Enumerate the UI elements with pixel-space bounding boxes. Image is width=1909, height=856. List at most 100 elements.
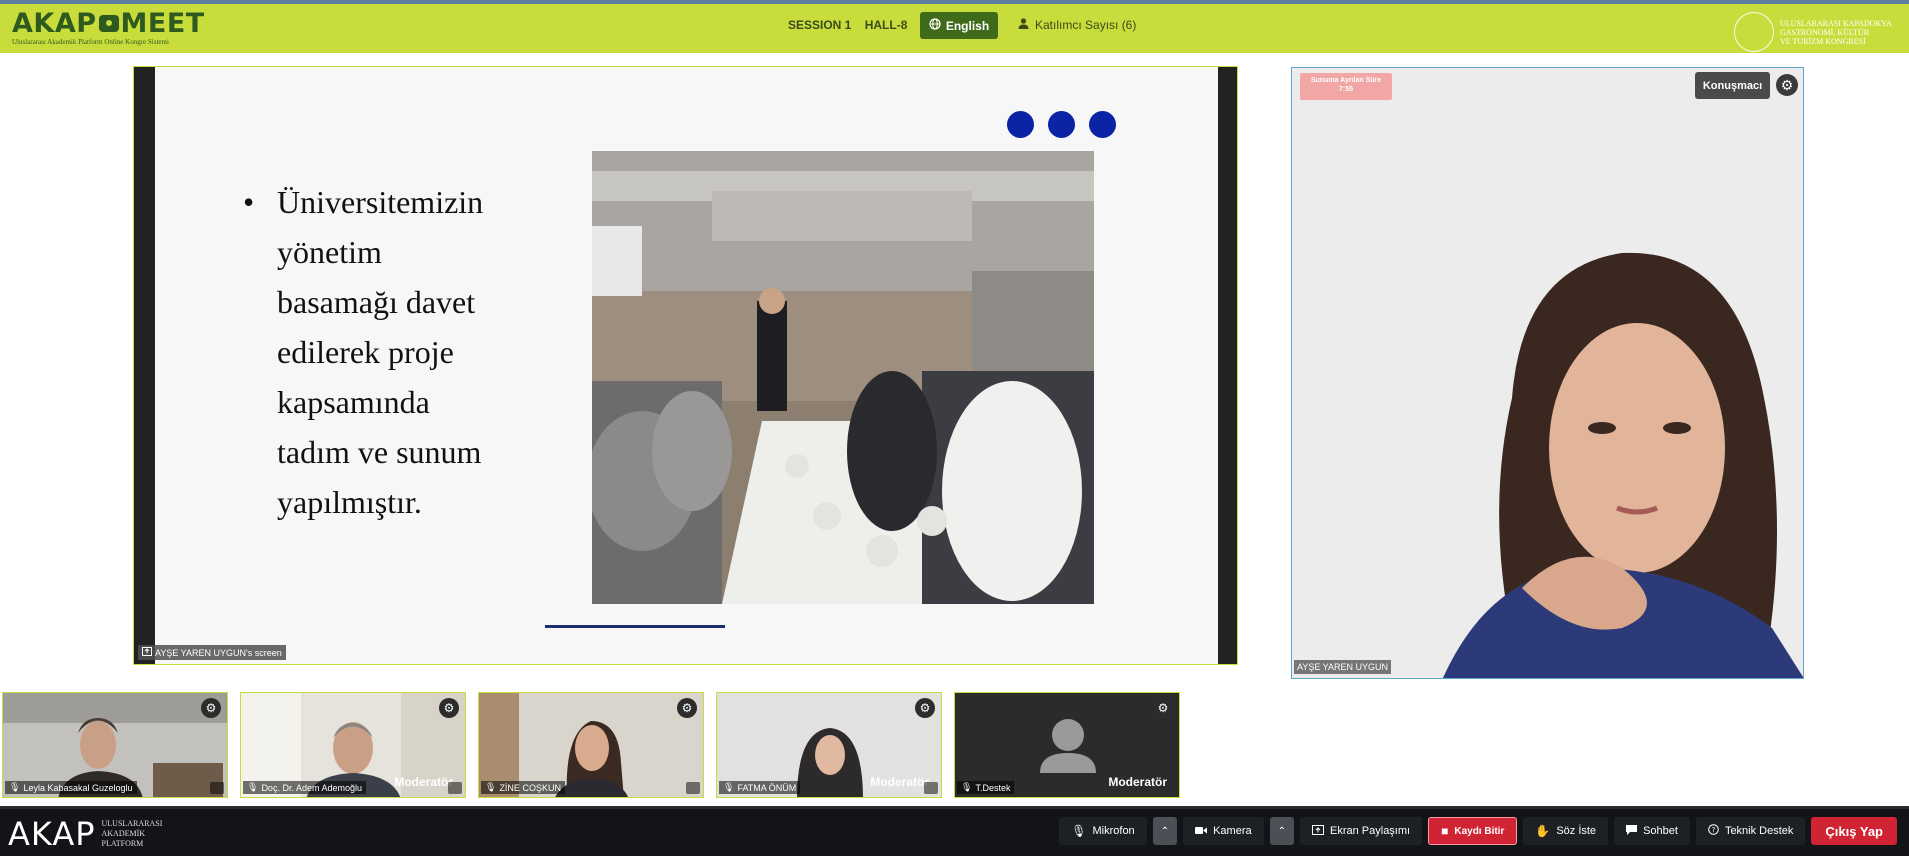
participants-label: Katılımcı Sayısı (6): [1035, 18, 1137, 32]
event-name-line3: VE TURİZM KONGRESİ: [1780, 36, 1866, 46]
participant-role: Moderatör: [1108, 775, 1167, 789]
gear-icon[interactable]: ⚙: [1776, 74, 1798, 96]
timer-value: 7:55: [1338, 86, 1353, 93]
video-camera-icon: [1195, 824, 1208, 838]
tech-support-label: Teknik Destek: [1724, 825, 1794, 837]
bullet-icon: •: [243, 184, 255, 220]
globe-icon: [929, 18, 941, 33]
mic-icon: 🎙: [961, 782, 973, 792]
stop-recording-label: Kaydı Bitir: [1454, 825, 1505, 837]
participant-role: Moderatör: [870, 775, 929, 789]
participant-tile[interactable]: ⚙ 🎙 Leyla Kabasakal Guzeloglu: [2, 692, 228, 798]
participant-tile[interactable]: ⚙ 🎙 Doç. Dr. Adem Ademoğlu Moderatör: [240, 692, 466, 798]
camera-button[interactable]: Kamera: [1183, 817, 1264, 845]
microphone-options-button[interactable]: ⌃: [1152, 817, 1178, 845]
speaker-video-feed: [1292, 68, 1803, 678]
footer-logo-text: AKAP: [8, 815, 96, 853]
audio-level-icon: [210, 782, 224, 794]
participant-name: 🎙 FATMA ÖNÜM: [719, 781, 801, 794]
language-label: English: [945, 18, 990, 33]
chat-label: Sohbet: [1643, 825, 1678, 837]
gear-icon[interactable]: ⚙: [677, 698, 697, 718]
bottom-control-bar: AKAP ULUSLARARASI AKADEMİK PLATFORM 🎙 Mi…: [0, 806, 1909, 856]
participant-name-text: Leyla Kabasakal Guzeloglu: [23, 782, 133, 793]
slide-photo: [592, 151, 1094, 604]
microphone-label: Mikrofon: [1092, 825, 1135, 837]
participant-name: 🎙 T.Destek: [957, 781, 1015, 794]
presentation-slide: • Üniversitemizin yönetim basamağı davet…: [155, 67, 1218, 664]
screen-share-label: Ekran Paylaşımı: [1330, 825, 1411, 837]
slide-line: Üniversitemizin: [277, 184, 484, 220]
camera-label: Kamera: [1213, 825, 1252, 837]
slide-line: basamağı davet: [277, 284, 476, 320]
participant-tile[interactable]: ⚙ 🎙 T.Destek Moderatör: [954, 692, 1180, 798]
session-label: SESSION 1: [788, 18, 852, 32]
slide-dot: [1048, 111, 1075, 138]
stop-recording-button[interactable]: ■ Kaydı Bitir: [1428, 817, 1518, 845]
raise-hand-button[interactable]: ✋ Söz İste: [1523, 817, 1609, 845]
screen-share-icon: [142, 647, 152, 658]
slide-line: yönetim: [277, 234, 382, 270]
audio-level-icon: [686, 782, 700, 794]
speaker-role-button[interactable]: Konuşmacı: [1695, 72, 1770, 99]
participant-name-text: FATMA ÖNÜM: [737, 782, 797, 793]
mic-icon: 🎙: [485, 782, 497, 792]
record-stop-icon: ■: [1441, 824, 1449, 838]
chat-button[interactable]: Sohbet: [1614, 817, 1690, 845]
participant-role: Moderatör: [394, 775, 453, 789]
logo-text-right: MEET: [120, 8, 205, 39]
hand-icon: ✋: [1535, 824, 1551, 838]
top-bar: AKAP MEET Uluslararası Akademik Platform…: [0, 0, 1909, 53]
event-brand: ULUSLARARASI KAPADOKYA GASTRONOMİ, KÜLTÜ…: [1734, 12, 1909, 52]
screen-share-view: • Üniversitemizin yönetim basamağı davet…: [133, 66, 1238, 665]
participant-tile[interactable]: ⚙ 🎙 ZİNE COŞKUN: [478, 692, 704, 798]
screen-share-icon: [1312, 824, 1324, 838]
event-name-line2: GASTRONOMİ, KÜLTÜR: [1780, 27, 1870, 37]
speaker-name-label: AYŞE YAREN UYGUN: [1294, 660, 1392, 674]
slide-line: edilerek proje: [277, 334, 454, 370]
microphone-button[interactable]: 🎙 Mikrofon: [1059, 817, 1147, 845]
gear-icon[interactable]: ⚙: [915, 698, 935, 718]
participant-name: 🎙 Doç. Dr. Adem Ademoğlu: [243, 781, 366, 794]
camera-icon: [98, 15, 119, 32]
gear-icon[interactable]: ⚙: [201, 698, 221, 718]
akap-meet-logo: AKAP MEET Uluslararası Akademik Platform…: [12, 8, 205, 46]
gear-icon[interactable]: ⚙: [439, 698, 459, 718]
slide-dot: [1007, 111, 1034, 138]
akap-footer-logo: AKAP ULUSLARARASI AKADEMİK PLATFORM: [8, 815, 162, 853]
slide-underline: [545, 625, 725, 628]
slide-dot: [1089, 111, 1116, 138]
raise-hand-label: Söz İste: [1556, 825, 1597, 837]
language-button[interactable]: English: [920, 12, 998, 39]
slide-bullet-text: • Üniversitemizin yönetim basamağı davet…: [243, 177, 537, 527]
mic-icon: 🎙: [1071, 824, 1087, 838]
footer-logo-sub2: AKADEMİK: [101, 829, 146, 838]
tech-support-button[interactable]: ? Teknik Destek: [1695, 817, 1806, 845]
chevron-up-icon: ⌃: [1160, 825, 1170, 837]
exit-button[interactable]: Çıkış Yap: [1811, 817, 1897, 845]
presentation-timer: Sunuma Ayrılan Süre 7:55: [1300, 73, 1392, 100]
screen-owner-label: AYŞE YAREN UYGUN's screen: [138, 645, 286, 660]
meeting-controls: 🎙 Mikrofon ⌃ Kamera ⌃ Ekran Paylaşımı ■ …: [1059, 817, 1897, 845]
participant-name: 🎙 Leyla Kabasakal Guzeloglu: [5, 781, 137, 794]
session-info: SESSION 1 HALL-8: [788, 18, 907, 32]
speaker-video: Sunuma Ayrılan Süre 7:55 Konuşmacı ⚙ AYŞ…: [1291, 67, 1804, 679]
participant-name-text: T.Destek: [975, 782, 1011, 793]
slide-line: kapsamında: [277, 384, 430, 420]
gear-icon[interactable]: ⚙: [1153, 698, 1173, 718]
audio-level-icon: [448, 782, 462, 794]
screen-owner-name: AYŞE YAREN UYGUN's screen: [155, 647, 282, 658]
participant-tile[interactable]: ⚙ 🎙 FATMA ÖNÜM Moderatör: [716, 692, 942, 798]
screen-share-button[interactable]: Ekran Paylaşımı: [1300, 817, 1423, 845]
footer-logo-sub3: PLATFORM: [101, 839, 144, 848]
camera-options-button[interactable]: ⌃: [1269, 817, 1294, 845]
footer-logo-sub1: ULUSLARARASI: [101, 819, 163, 828]
svg-text:?: ?: [1712, 826, 1716, 834]
event-name-line1: ULUSLARARASI KAPADOKYA: [1780, 18, 1892, 28]
chevron-up-icon: ⌃: [1277, 825, 1286, 837]
participant-tiles: ⚙ 🎙 Leyla Kabasakal Guzeloglu ⚙ 🎙 Doç. D…: [2, 692, 1180, 798]
participant-name: 🎙 ZİNE COŞKUN: [481, 781, 565, 794]
event-seal-icon: [1734, 12, 1774, 52]
chat-icon: [1626, 824, 1638, 838]
participants-count-button[interactable]: Katılımcı Sayısı (6): [1018, 18, 1136, 32]
